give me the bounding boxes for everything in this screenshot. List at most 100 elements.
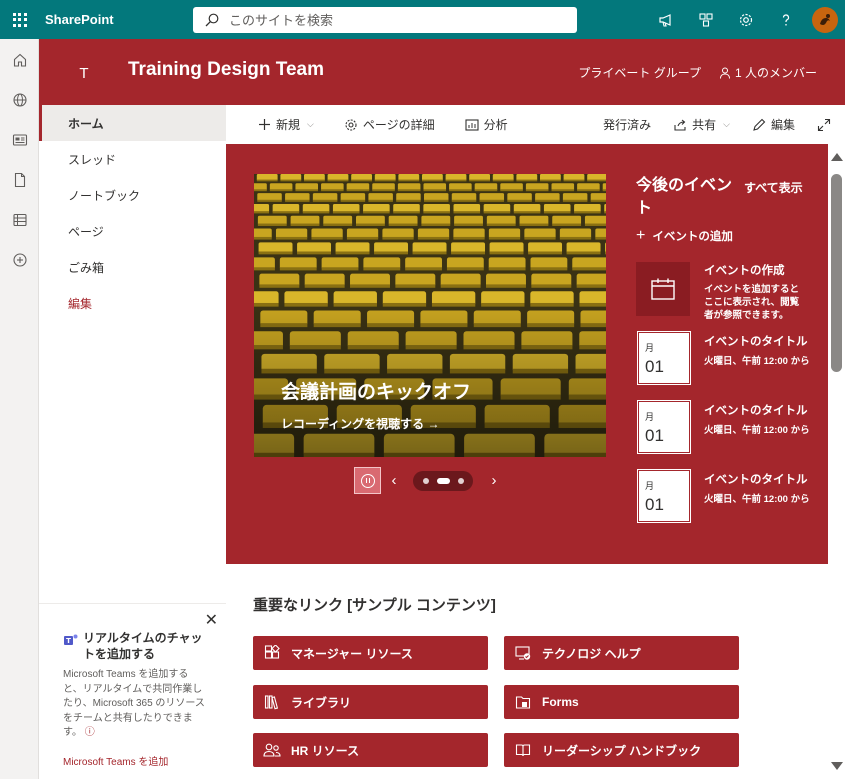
edit-button[interactable]: 編集 — [752, 116, 795, 133]
site-logo[interactable]: T — [69, 58, 99, 88]
pager-dot-current[interactable] — [436, 477, 450, 484]
news-icon[interactable] — [0, 120, 39, 160]
new-button[interactable]: 新規 ⌵ — [258, 116, 314, 133]
members-button[interactable]: 1 人のメンバー — [719, 64, 817, 81]
scroll-thumb[interactable] — [831, 174, 842, 372]
calendar-icon — [636, 262, 690, 316]
gear-icon — [345, 118, 357, 131]
help-icon[interactable] — [766, 0, 806, 39]
nav-item-notebook[interactable]: ノートブック — [39, 177, 226, 213]
link-label: リーダーシップ ハンドブック — [542, 743, 702, 758]
analytics-label: 分析 — [483, 118, 508, 132]
event-month: 月 — [645, 481, 655, 491]
list-icon[interactable] — [0, 200, 39, 240]
link-forms[interactable]: Forms — [504, 685, 739, 719]
edit-label: 編集 — [770, 118, 795, 132]
app-bar — [0, 39, 39, 779]
app-launcher-icon[interactable] — [0, 0, 39, 39]
link-leadership-handbook[interactable]: リーダーシップ ハンドブック — [504, 733, 739, 767]
pager-dot[interactable] — [457, 477, 464, 484]
site-title[interactable]: Training Design Team — [128, 59, 324, 81]
pause-button[interactable] — [354, 467, 381, 494]
hero-title[interactable]: 会議計画のキックオフ — [281, 377, 471, 404]
event-time: 火曜日、午前 12:00 から — [704, 494, 810, 505]
megaphone-icon[interactable] — [646, 0, 686, 39]
network-icon[interactable] — [686, 0, 726, 39]
pager-dot[interactable] — [422, 477, 429, 484]
avatar[interactable] — [812, 6, 838, 33]
event-date: 月 01 — [638, 332, 690, 384]
chevron-left-icon[interactable]: ‹ — [381, 472, 407, 489]
event-date: 月 01 — [638, 470, 690, 522]
event-time: 火曜日、午前 12:00 から — [704, 425, 810, 436]
new-label: 新規 — [276, 118, 301, 132]
chevron-right-icon[interactable]: › — [481, 472, 507, 489]
share-button[interactable]: 共有 ⌵ — [673, 116, 730, 133]
nav-item-pages[interactable]: ページ — [39, 213, 226, 249]
forms-icon — [514, 693, 532, 711]
link-hr-resources[interactable]: HR リソース — [253, 733, 488, 767]
link-label: Forms — [542, 695, 579, 709]
left-nav: ホーム スレッド ノートブック ページ ごみ箱 編集 ✕ T リアルタイムのチャ… — [39, 105, 226, 779]
teams-icon: T — [64, 634, 78, 645]
event-day: 01 — [645, 426, 664, 445]
link-tech-help[interactable]: テクノロジ ヘルプ — [504, 636, 739, 670]
gear-icon[interactable] — [726, 0, 766, 39]
carousel-controls: ‹ › — [354, 467, 507, 494]
nav-item-home[interactable]: ホーム — [39, 105, 226, 141]
chevron-down-icon: ⌵ — [307, 119, 314, 129]
hero-link[interactable]: レコーディングを視聴する → — [281, 415, 440, 432]
carousel-pager — [413, 470, 473, 491]
suite-bar: SharePoint このサイトを検索 — [0, 0, 845, 39]
link-label: HR リソース — [291, 743, 360, 758]
link-label: テクノロジ ヘルプ — [542, 646, 641, 661]
teams-promo-card: ✕ T リアルタイムのチャットを追加する Microsoft Teams を追加… — [39, 603, 226, 779]
home-icon[interactable] — [0, 40, 39, 80]
event-time: 火曜日、午前 12:00 から — [704, 356, 810, 367]
create-event-title: イベントの作成 — [704, 265, 785, 277]
add-circle-icon[interactable] — [0, 240, 39, 280]
person-icon — [719, 67, 730, 79]
link-manager-resources[interactable]: マネージャー リソース — [253, 636, 488, 670]
brand-name[interactable]: SharePoint — [45, 12, 193, 27]
privacy-label: プライベート グループ — [578, 66, 701, 80]
create-event-desc: イベントを追加するとここに表示され、閲覧者が参照できます。 — [704, 284, 800, 321]
scroll-down-icon[interactable] — [831, 762, 843, 770]
info-icon[interactable]: ⓘ — [85, 727, 95, 738]
hero-section: 会議計画のキックオフ レコーディングを視聴する → ‹ › 今後のイベント すべ… — [226, 144, 828, 564]
globe-icon[interactable] — [0, 80, 39, 120]
vertical-scrollbar[interactable] — [828, 144, 845, 779]
event-title: イベントのタイトル — [704, 336, 808, 348]
share-label: 共有 — [692, 118, 717, 132]
close-icon[interactable]: ✕ — [205, 610, 218, 630]
document-icon[interactable] — [0, 160, 39, 200]
expand-icon[interactable] — [817, 118, 831, 132]
event-item[interactable]: 月 01 イベントのタイトル 火曜日、午前 12:00 から — [636, 470, 811, 524]
event-item[interactable]: 月 01 イベントのタイトル 火曜日、午前 12:00 から — [636, 401, 811, 455]
add-event-button[interactable]: + イベントの追加 — [636, 227, 733, 245]
quick-links-title: 重要なリンク [サンプル コンテンツ] — [253, 597, 496, 614]
see-all-link[interactable]: すべて表示 — [744, 179, 803, 196]
hero-slide[interactable]: 会議計画のキックオフ レコーディングを視聴する → — [254, 174, 606, 457]
nav-item-recycle-bin[interactable]: ごみ箱 — [39, 249, 226, 285]
device-check-icon — [514, 644, 532, 662]
search-placeholder: このサイトを検索 — [229, 13, 334, 28]
main-content: 会議計画のキックオフ レコーディングを視聴する → ‹ › 今後のイベント すべ… — [226, 144, 828, 779]
analytics-button[interactable]: 分析 — [465, 116, 508, 133]
nav-item-threads[interactable]: スレッド — [39, 141, 226, 177]
event-item[interactable]: 月 01 イベントのタイトル 火曜日、午前 12:00 から — [636, 332, 811, 386]
share-icon — [674, 119, 686, 131]
event-month: 月 — [645, 343, 655, 353]
members-label: 1 人のメンバー — [734, 66, 817, 80]
nav-edit-link[interactable]: 編集 — [39, 285, 226, 321]
search-input[interactable]: このサイトを検索 — [193, 6, 577, 33]
event-title: イベントのタイトル — [704, 474, 808, 486]
svg-text:T: T — [66, 637, 71, 645]
add-teams-link[interactable]: Microsoft Teams を追加 — [63, 753, 206, 768]
page-details-button[interactable]: ページの詳細 — [344, 116, 435, 133]
scroll-up-icon[interactable] — [831, 153, 843, 161]
link-library[interactable]: ライブラリ — [253, 685, 488, 719]
event-month: 月 — [645, 412, 655, 422]
event-title: イベントのタイトル — [704, 405, 808, 417]
event-date: 月 01 — [638, 401, 690, 453]
